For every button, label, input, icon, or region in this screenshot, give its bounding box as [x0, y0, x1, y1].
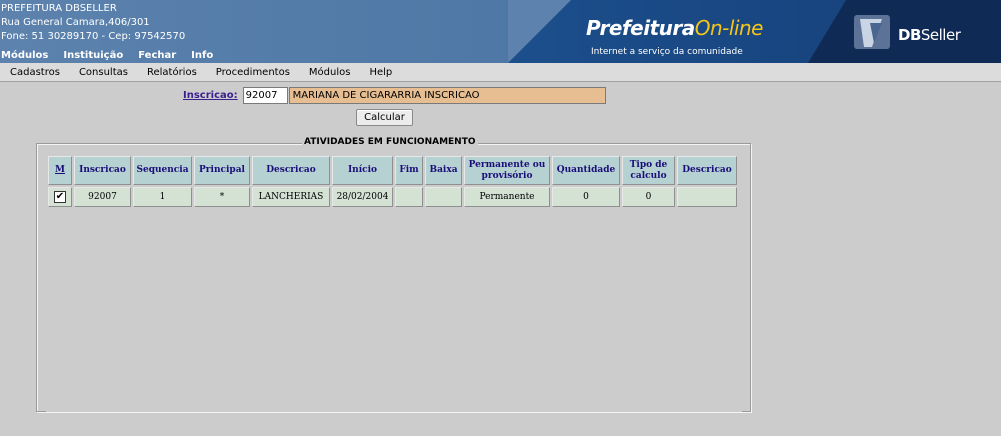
logo-text: PrefeituraOn-line	[586, 16, 763, 40]
col-quantidade: Quantidade	[552, 156, 620, 185]
dbseller-brand: DBSeller	[808, 0, 1001, 63]
cell-permanente: Permanente	[464, 187, 550, 207]
cell-fim	[395, 187, 423, 207]
cell-descricao-2	[677, 187, 737, 207]
top-menu-modulos[interactable]: Módulos	[1, 50, 48, 61]
col-tipo-calculo: Tipo de calculo	[622, 156, 675, 185]
col-inscricao: Inscricao	[74, 156, 131, 185]
activities-table-wrap: M Inscricao Sequencia Principal Descrica…	[46, 154, 742, 412]
row-checkbox-cell: ✔	[48, 187, 72, 207]
col-principal: Principal	[194, 156, 250, 185]
col-descricao-2: Descricao	[677, 156, 737, 185]
inscricao-row: Inscricao: 92007 MARIANA DE CIGARARRIA I…	[183, 87, 606, 104]
institution-info: PREFEITURA DBSELLER Rua General Camara,4…	[1, 2, 185, 44]
fieldset-legend: ATIVIDADES EM FUNCIONAMENTO	[302, 137, 478, 147]
logo-tagline: Internet a serviço da comunidade	[591, 47, 743, 57]
cell-inscricao: 92007	[74, 187, 131, 207]
menu-consultas[interactable]: Consultas	[69, 67, 137, 78]
col-baixa: Baixa	[425, 156, 462, 185]
activities-table: M Inscricao Sequencia Principal Descrica…	[46, 154, 739, 209]
col-m: M	[48, 156, 72, 185]
institution-address: Rua General Camara,406/301	[1, 17, 150, 28]
cell-inicio: 28/02/2004	[332, 187, 393, 207]
top-menu-instituicao[interactable]: Instituição	[63, 50, 123, 61]
menu-cadastros[interactable]: Cadastros	[0, 67, 69, 78]
col-inicio: Início	[332, 156, 393, 185]
table-row: ✔ 92007 1 * LANCHERIAS 28/02/2004 Perman…	[48, 187, 737, 207]
cell-descricao: LANCHERIAS	[252, 187, 330, 207]
top-menu-info[interactable]: Info	[191, 50, 213, 61]
menu-procedimentos[interactable]: Procedimentos	[206, 67, 299, 78]
institution-phone: Fone: 51 30289170 - Cep: 97542570	[1, 31, 186, 42]
cell-sequencia: 1	[133, 187, 192, 207]
cell-tipo-calculo: 0	[622, 187, 675, 207]
menu-modulos[interactable]: Módulos	[299, 67, 360, 78]
col-fim: Fim	[395, 156, 423, 185]
contributor-name-field: MARIANA DE CIGARARRIA INSCRICAO	[288, 87, 606, 104]
col-permanente: Permanente ou provisório	[464, 156, 550, 185]
col-descricao: Descricao	[252, 156, 330, 185]
menu-relatorios[interactable]: Relatórios	[137, 67, 206, 78]
top-menu-fechar[interactable]: Fechar	[138, 50, 176, 61]
cell-baixa	[425, 187, 462, 207]
menu-bar: Cadastros Consultas Relatórios Procedime…	[0, 63, 1001, 82]
cell-quantidade: 0	[552, 187, 620, 207]
inscricao-input[interactable]: 92007	[242, 87, 288, 104]
row-checkbox[interactable]: ✔	[54, 191, 66, 203]
calcular-button[interactable]: Calcular	[356, 109, 413, 126]
app-header: PREFEITURA DBSELLER Rua General Camara,4…	[0, 0, 1001, 63]
top-menu: Módulos Instituição Fechar Info	[1, 50, 213, 61]
inscricao-link[interactable]: Inscricao:	[183, 90, 238, 101]
col-sequencia: Sequencia	[133, 156, 192, 185]
dbseller-logo-icon	[854, 15, 890, 49]
table-header-row: M Inscricao Sequencia Principal Descrica…	[48, 156, 737, 185]
menu-help[interactable]: Help	[359, 67, 401, 78]
cell-principal: *	[194, 187, 250, 207]
institution-name: PREFEITURA DBSELLER	[1, 3, 117, 14]
prefeitura-online-logo: PrefeituraOn-line Internet a serviço da …	[508, 0, 808, 63]
dbseller-name: DBSeller	[898, 26, 961, 44]
